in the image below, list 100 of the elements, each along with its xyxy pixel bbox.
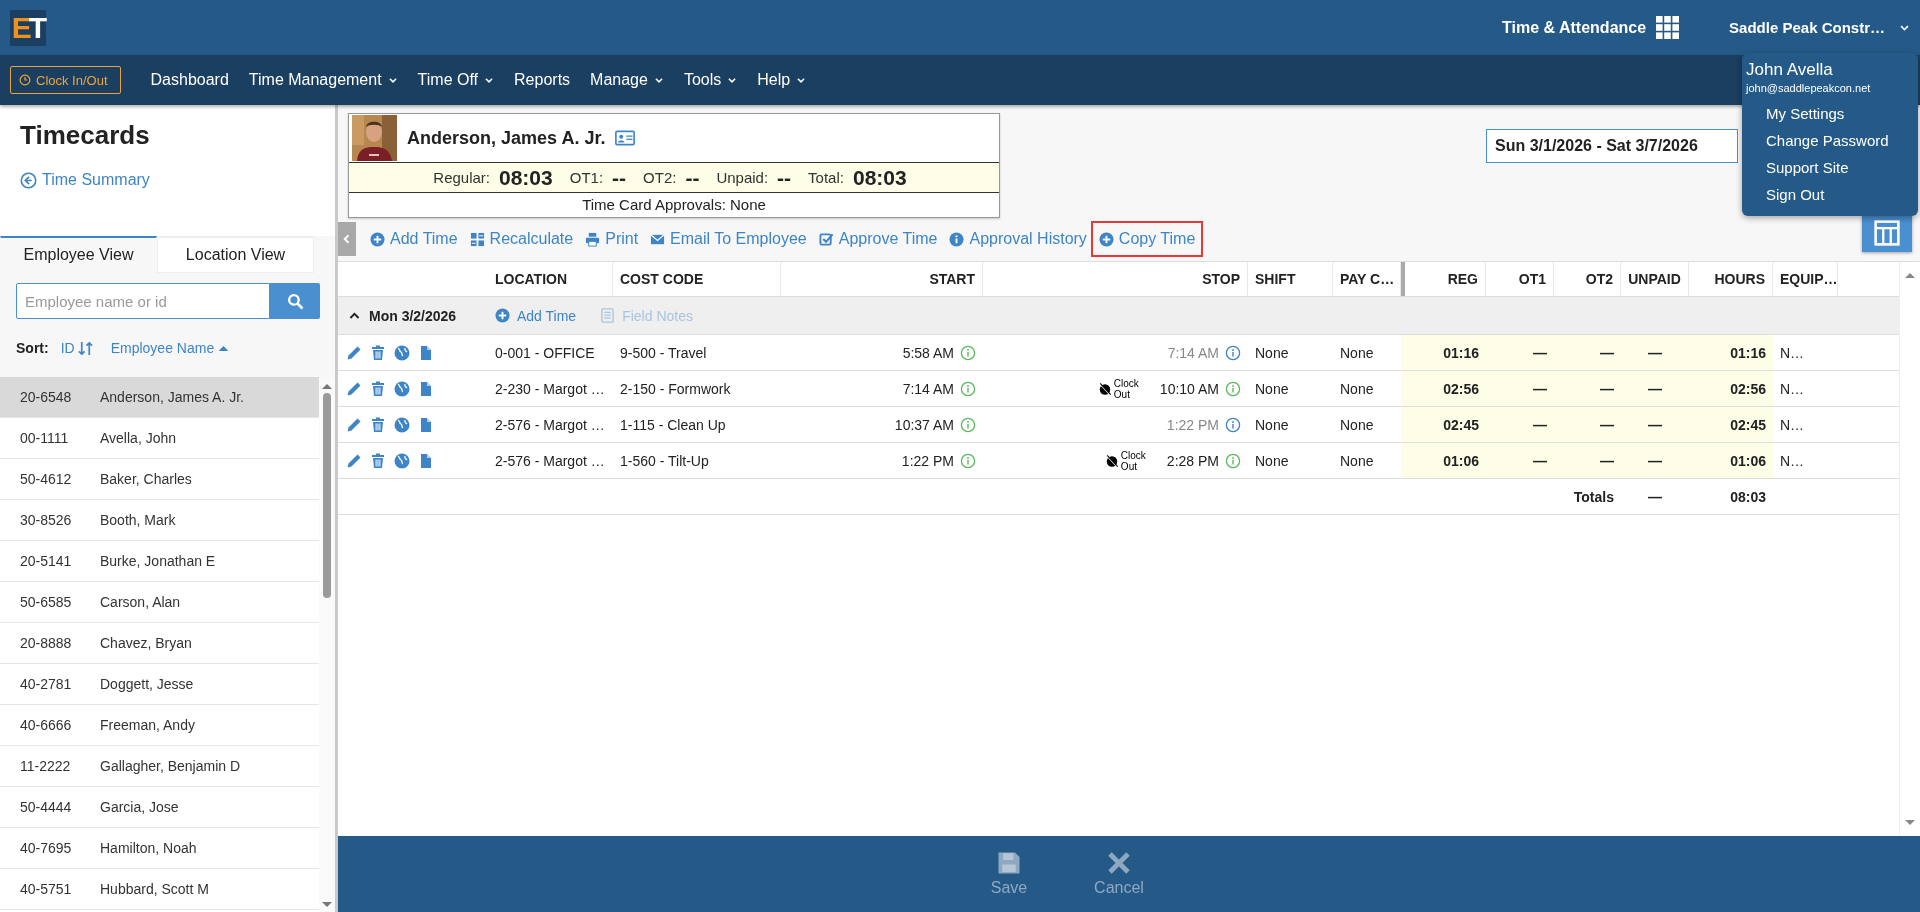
- employee-id: 11-2222: [19, 758, 72, 774]
- sort-option[interactable]: Employee Name: [110, 340, 231, 356]
- employee-id: 50-6585: [19, 594, 73, 610]
- summary-label: OT2:: [643, 169, 677, 186]
- toolbar-button[interactable]: Add Time: [364, 223, 464, 255]
- info-icon[interactable]: [960, 452, 976, 469]
- menu-item[interactable]: Support Site: [1742, 154, 1918, 181]
- table-cell: 02:56: [1689, 371, 1773, 407]
- stop-time: 10:10 AM: [1159, 380, 1219, 397]
- save-icon: [997, 851, 1021, 875]
- menu-item[interactable]: Change Password: [1742, 127, 1918, 154]
- trash-icon[interactable]: [370, 344, 386, 361]
- column-header[interactable]: HOURS: [1689, 262, 1773, 296]
- toolbar-button[interactable]: Print: [579, 223, 645, 255]
- employee-name: Doggett, Jesse: [100, 676, 194, 692]
- column-header[interactable]: EQUIP…: [1773, 262, 1838, 296]
- id-card-icon[interactable]: [615, 128, 636, 148]
- nav-menu-item[interactable]: Dashboard: [150, 71, 229, 89]
- column-header[interactable]: OT1: [1486, 262, 1554, 296]
- nav-menu-item[interactable]: Reports: [514, 71, 571, 89]
- sort-label: Sort:: [16, 340, 49, 356]
- summary-value: 08:03: [852, 165, 907, 190]
- nav-menu-item[interactable]: Time Off: [417, 71, 495, 89]
- close-icon: [1107, 851, 1131, 875]
- edit-icon[interactable]: [346, 452, 362, 469]
- toolbar-button[interactable]: Email To Employee: [644, 223, 813, 255]
- table-cell: 02:56: [1401, 371, 1486, 407]
- toolbar-button[interactable]: Approval History: [943, 223, 1093, 255]
- collapse-button[interactable]: [338, 222, 356, 256]
- column-header[interactable]: UNPAID: [1621, 262, 1689, 296]
- trash-icon[interactable]: [370, 380, 386, 397]
- globe-icon[interactable]: [394, 380, 410, 397]
- info-icon[interactable]: [1225, 416, 1241, 433]
- employee-name: Carson, Alan: [100, 594, 181, 610]
- menu-item[interactable]: Sign Out: [1742, 181, 1918, 208]
- employee-search-field[interactable]: Employee name or id: [16, 283, 270, 319]
- calculator-icon: [469, 231, 485, 247]
- column-header[interactable]: STOP: [983, 262, 1248, 296]
- summary-label: Total:: [808, 169, 844, 186]
- employee-id: 50-4444: [19, 799, 73, 815]
- table-icon: [1874, 220, 1900, 246]
- summary-label: Unpaid:: [716, 169, 769, 186]
- menu-item[interactable]: My Settings: [1742, 100, 1918, 127]
- nav-menu-item[interactable]: Help: [757, 71, 807, 89]
- grid-icon[interactable]: [1656, 16, 1680, 39]
- edit-icon[interactable]: [346, 344, 362, 361]
- employee-row[interactable]: 20-6548 Anderson, James A. Jr.: [0, 377, 319, 418]
- table-cell: 2-576 - Margot …: [488, 407, 613, 443]
- table-cell: 01:06: [1401, 443, 1486, 479]
- column-header[interactable]: COST CODE: [613, 262, 781, 296]
- column-header[interactable]: START: [781, 262, 983, 296]
- info-icon[interactable]: [1225, 344, 1241, 361]
- plus-circle-icon: [1098, 231, 1114, 247]
- edit-icon[interactable]: [346, 416, 362, 433]
- clock-in-out-button[interactable]: Clock In/Out: [10, 66, 121, 94]
- globe-icon[interactable]: [394, 416, 410, 433]
- column-header[interactable]: LOCATION: [488, 262, 613, 296]
- edit-icon[interactable]: [346, 380, 362, 397]
- nav-menu-item[interactable]: Manage: [590, 71, 664, 89]
- info-icon[interactable]: [1225, 452, 1241, 469]
- day-action-link[interactable]: Add Time: [495, 307, 577, 324]
- table-cell: N…: [1773, 371, 1838, 407]
- globe-icon[interactable]: [394, 344, 410, 361]
- info-icon[interactable]: [1225, 380, 1241, 397]
- view-tab[interactable]: Location View: [157, 236, 314, 273]
- nav-menu-item[interactable]: Time Management: [248, 71, 398, 89]
- document-icon[interactable]: [418, 344, 434, 361]
- trash-icon[interactable]: [370, 452, 386, 469]
- employee-id: 40-5751: [19, 881, 73, 897]
- table-cell: 2-576 - Margot …: [488, 443, 613, 479]
- column-header[interactable]: PAY C…: [1333, 262, 1401, 296]
- employee-name: Anderson, James A. Jr.: [100, 389, 244, 405]
- employee-name: Gallagher, Benjamin D: [100, 758, 241, 774]
- trash-icon[interactable]: [370, 416, 386, 433]
- search-button[interactable]: [270, 283, 320, 319]
- document-icon[interactable]: [418, 380, 434, 397]
- document-icon[interactable]: [418, 452, 434, 469]
- info-icon[interactable]: [960, 380, 976, 397]
- column-header[interactable]: SHIFT: [1248, 262, 1333, 296]
- table-cell: 9-500 - Travel: [613, 335, 781, 371]
- scrollbar[interactable]: [319, 377, 335, 912]
- time-summary-link[interactable]: Time Summary: [20, 171, 150, 189]
- info-icon[interactable]: [960, 416, 976, 433]
- info-icon[interactable]: [960, 344, 976, 361]
- sort-option[interactable]: ID: [60, 340, 93, 356]
- toolbar-button[interactable]: Approve Time: [812, 223, 944, 255]
- table-cell: 1-560 - Tilt-Up: [613, 443, 781, 479]
- nav-menu-item[interactable]: Tools: [683, 71, 738, 89]
- toolbar-button[interactable]: Copy Time: [1092, 223, 1202, 255]
- column-header[interactable]: OT2: [1554, 262, 1621, 296]
- company-menu[interactable]: Saddle Peak Constr…: [1729, 19, 1910, 36]
- plus-circle-icon: [495, 308, 510, 323]
- date-range-field[interactable]: Sun 3/1/2026 - Sat 3/7/2026: [1486, 129, 1738, 163]
- document-icon[interactable]: [418, 416, 434, 433]
- toolbar-button[interactable]: Recalculate: [463, 223, 580, 255]
- employee-name: Anderson, James A. Jr.: [407, 127, 606, 149]
- globe-icon[interactable]: [394, 452, 410, 469]
- table-cell: 01:16: [1401, 335, 1486, 371]
- app-logo[interactable]: ET: [10, 9, 46, 46]
- column-settings-button[interactable]: [1862, 214, 1912, 252]
